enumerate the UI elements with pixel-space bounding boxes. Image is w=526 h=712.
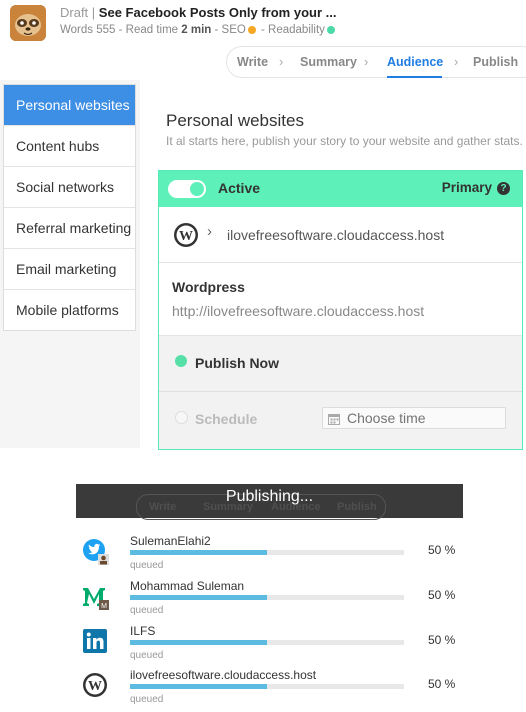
account-name: ilovefreesoftware.cloudaccess.host <box>130 668 317 682</box>
progress-bar <box>130 640 404 645</box>
step-write[interactable]: Write <box>237 55 268 69</box>
status-label: queued <box>130 694 164 705</box>
schedule-option[interactable]: Schedule <box>159 392 522 449</box>
publish-now-option[interactable]: Publish Now <box>159 336 522 392</box>
website-card: Active Primary ? W › ilovefreesoftware.c… <box>158 170 523 450</box>
progress-fill <box>130 684 267 689</box>
post-meta: Words 555 - Read time 2 min - SEO - Read… <box>60 24 337 36</box>
publishing-dialog: Write Summary Audience Publish Publishin… <box>76 484 463 711</box>
toggle-knob <box>190 182 204 196</box>
schedule-label: Schedule <box>195 411 258 427</box>
publish-now-radio[interactable] <box>175 355 187 367</box>
account-name: Mohammad Suleman <box>130 579 245 593</box>
section-subtitle: It al starts here, publish your story to… <box>166 134 523 148</box>
word-count: Words 555 <box>60 24 116 36</box>
chevron-right-icon: › <box>454 54 459 69</box>
wordpress-icon: W <box>173 222 199 253</box>
active-label: Active <box>218 180 261 196</box>
svg-text:M: M <box>101 603 107 610</box>
readability-status-dot <box>326 25 335 34</box>
publish-row: ILFS queued 50 % <box>76 624 463 668</box>
progress-percent: 50 % <box>428 677 456 691</box>
seo-label: - SEO <box>214 24 246 36</box>
post-title[interactable]: See Facebook Posts Only from your ... <box>99 5 337 20</box>
site-selector-row[interactable]: W › ilovefreesoftware.cloudaccess.host <box>159 208 522 263</box>
calendar-icon <box>328 412 340 430</box>
sloth-logo <box>10 5 46 41</box>
publish-now-label: Publish Now <box>195 355 279 371</box>
svg-text:W: W <box>88 679 102 694</box>
step-summary[interactable]: Summary <box>300 55 357 69</box>
platform-name: Wordpress <box>172 279 245 295</box>
svg-text:W: W <box>179 229 193 244</box>
sidebar-item-email-marketing[interactable]: Email marketing <box>4 249 135 290</box>
choose-time-input[interactable] <box>322 407 506 429</box>
step-publish[interactable]: Publish <box>473 55 518 69</box>
status-label: queued <box>130 605 164 616</box>
schedule-radio[interactable] <box>175 411 188 424</box>
platform-url: http://ilovefreesoftware.cloudaccess.hos… <box>172 303 425 319</box>
read-time: 2 min <box>181 24 212 36</box>
chevron-right-icon: › <box>279 54 284 69</box>
linkedin-icon <box>82 628 110 661</box>
site-url: ilovefreesoftware.cloudaccess.host <box>227 227 445 243</box>
account-name: ILFS <box>130 624 156 638</box>
help-icon[interactable]: ? <box>497 182 510 195</box>
seo-status-dot <box>247 25 256 34</box>
card-header: Active Primary ? <box>159 171 522 207</box>
section-title: Personal websites <box>166 111 304 130</box>
audience-sidebar: Personal websites Content hubs Social ne… <box>3 84 136 331</box>
sidebar-item-social-networks[interactable]: Social networks <box>4 167 135 208</box>
progress-bar <box>130 550 404 555</box>
post-title-line: Draft | See Facebook Posts Only from you… <box>60 5 336 20</box>
publishing-header: Write Summary Audience Publish Publishin… <box>76 484 463 520</box>
platform-details: Wordpress http://ilovefreesoftware.cloud… <box>159 263 522 336</box>
publish-row: W ilovefreesoftware.cloudaccess.host que… <box>76 668 463 712</box>
primary-label: Primary <box>441 180 492 195</box>
progress-bar <box>130 684 404 689</box>
workflow-steps: Write › Summary › Audience › Publish <box>226 46 526 78</box>
progress-fill <box>130 640 267 645</box>
sidebar-item-referral-marketing[interactable]: Referral marketing <box>4 208 135 249</box>
status-label: queued <box>130 560 164 571</box>
progress-percent: 50 % <box>428 633 456 647</box>
progress-fill <box>130 595 267 600</box>
medium-icon: M <box>82 583 110 616</box>
active-toggle[interactable] <box>168 180 206 198</box>
chevron-right-icon: › <box>207 223 212 240</box>
status-label: queued <box>130 650 164 661</box>
account-name: SulemanElahi2 <box>130 534 211 548</box>
draft-label: Draft | <box>60 5 96 20</box>
step-audience[interactable]: Audience <box>387 55 443 69</box>
progress-percent: 50 % <box>428 588 456 602</box>
readability-label: - Readability <box>261 24 325 36</box>
publishing-title: Publishing... <box>225 488 314 505</box>
sidebar-item-personal-websites[interactable]: Personal websites <box>4 85 135 126</box>
read-time-prefix: - Read time <box>118 24 179 36</box>
progress-bar <box>130 595 404 600</box>
twitter-icon <box>82 538 110 571</box>
sidebar-item-mobile-platforms[interactable]: Mobile platforms <box>4 290 135 330</box>
wordpress-icon: W <box>82 672 110 705</box>
sidebar-item-content-hubs[interactable]: Content hubs <box>4 126 135 167</box>
chevron-right-icon: › <box>364 54 369 69</box>
progress-fill <box>130 550 267 555</box>
active-step-indicator <box>387 76 442 78</box>
progress-percent: 50 % <box>428 543 456 557</box>
publish-row: M Mohammad Suleman queued 50 % <box>76 579 463 623</box>
publish-row: SulemanElahi2 queued 50 % <box>76 534 463 578</box>
